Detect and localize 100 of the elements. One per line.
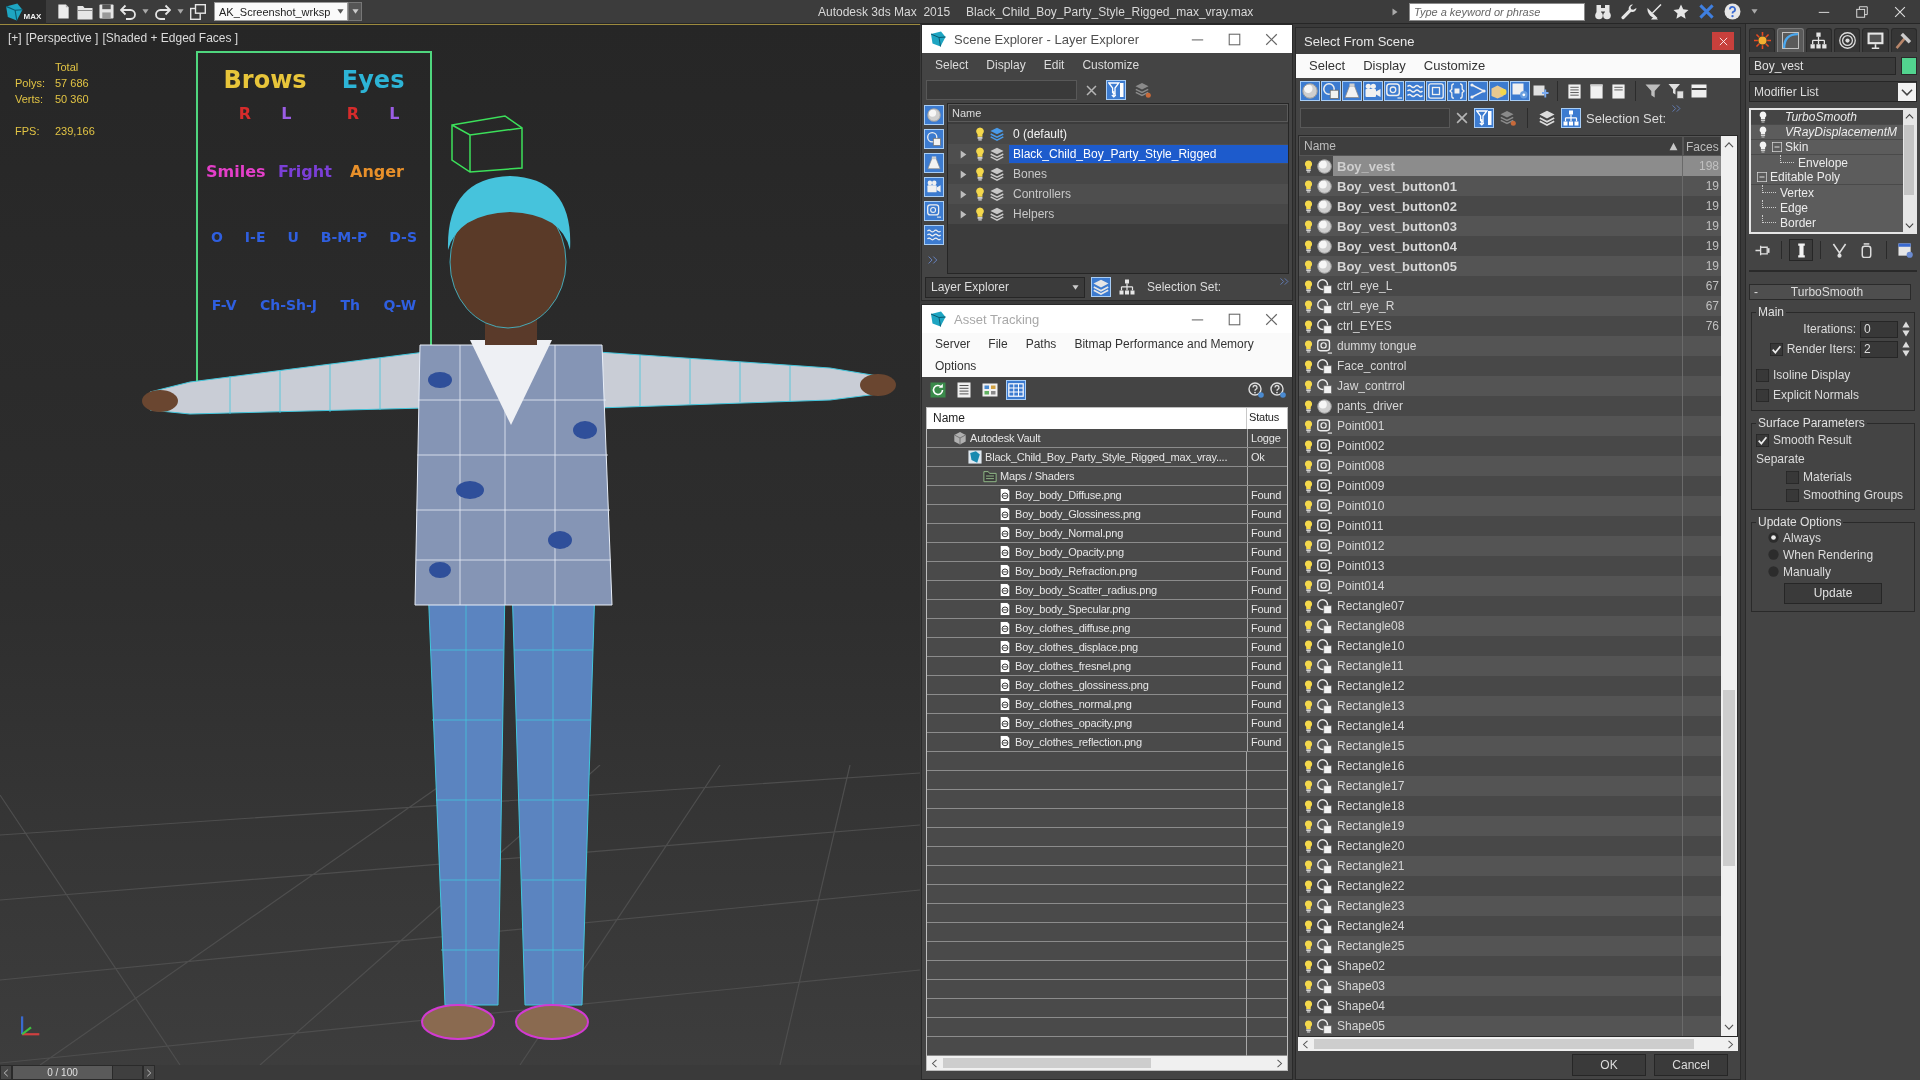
horizontal-scrollbar[interactable] — [1298, 1037, 1738, 1051]
light-bulb-icon[interactable] — [973, 147, 987, 161]
panel-tab[interactable] — [1890, 28, 1917, 52]
filter-toggle-button[interactable] — [1447, 81, 1467, 101]
object-row[interactable]: ctrl_EYES 76 — [1299, 316, 1721, 336]
help-icon[interactable] — [1270, 382, 1286, 398]
filter-toggle-button[interactable] — [924, 105, 944, 125]
light-bulb-icon[interactable] — [1302, 339, 1315, 353]
scrollbar-thumb[interactable] — [1904, 125, 1914, 195]
menu-item[interactable]: Select — [1300, 55, 1355, 77]
filter-toggle-button[interactable] — [924, 201, 944, 221]
panel-tab[interactable] — [1834, 28, 1861, 52]
light-bulb-icon[interactable] — [1302, 219, 1315, 233]
chevron-left-icon[interactable] — [1301, 1039, 1310, 1049]
color-swatch[interactable] — [1901, 57, 1917, 75]
object-row[interactable]: ctrl_eye_L 67 — [1299, 276, 1721, 296]
clear-icon[interactable] — [1456, 112, 1468, 124]
filter-toggle-button[interactable] — [924, 225, 944, 245]
spinner-field[interactable]: 0 — [1860, 320, 1898, 338]
undo-icon[interactable] — [120, 3, 136, 20]
object-row[interactable]: Rectangle10 — [1299, 636, 1721, 656]
object-row[interactable]: Point014 — [1299, 576, 1721, 596]
object-row[interactable]: Shape04 — [1299, 996, 1721, 1016]
object-row[interactable]: Rectangle07 — [1299, 596, 1721, 616]
folder-icon[interactable] — [77, 3, 93, 20]
radio-button[interactable] — [1768, 566, 1779, 577]
light-bulb-icon[interactable] — [1302, 199, 1315, 213]
checkbox[interactable] — [1756, 388, 1769, 402]
funnel-list-icon[interactable] — [1668, 83, 1684, 99]
maximize-icon[interactable] — [1228, 32, 1241, 46]
viewport-menu-label[interactable]: [Shaded + Edged Faces ] — [102, 31, 239, 45]
object-row[interactable]: ctrl_eye_R 67 — [1299, 296, 1721, 316]
time-slider-thumb[interactable]: 0 / 100 — [13, 1066, 113, 1079]
asset-row[interactable]: Boy_clothes_glossiness.png Found — [927, 676, 1287, 695]
light-bulb-icon[interactable] — [1302, 899, 1315, 913]
light-bulb-icon[interactable] — [1302, 819, 1315, 833]
light-bulb-icon[interactable] — [1302, 539, 1315, 553]
previous-frame-button[interactable] — [0, 1065, 12, 1080]
light-bulb-icon[interactable] — [1302, 839, 1315, 853]
object-row[interactable]: Rectangle08 — [1299, 616, 1721, 636]
layer-row[interactable]: Controllers — [948, 184, 1288, 204]
column-header[interactable]: Name — [1299, 136, 1683, 156]
scrollbar-thumb[interactable] — [1723, 690, 1735, 866]
light-bulb-icon[interactable] — [1302, 639, 1315, 653]
explorer-dropdown[interactable]: Layer Explorer — [925, 276, 1085, 298]
checkbox[interactable] — [1786, 470, 1799, 484]
dialog-button[interactable]: Cancel — [1654, 1054, 1728, 1076]
light-bulb-icon[interactable] — [1302, 359, 1315, 373]
layer-stack-icon[interactable] — [1539, 110, 1555, 126]
time-slider-track[interactable]: 0 / 100 — [12, 1065, 143, 1080]
filter-toggle-button[interactable] — [1363, 81, 1383, 101]
filter-toggle-button[interactable] — [1405, 81, 1425, 101]
filter-toggle-button[interactable] — [924, 153, 944, 173]
x-mark-icon[interactable] — [1699, 4, 1714, 19]
object-row[interactable]: Jaw_contrrol — [1299, 376, 1721, 396]
light-bulb-icon[interactable] — [1302, 599, 1315, 613]
sub-object-row[interactable]: Edge — [1751, 200, 1903, 215]
light-bulb-icon[interactable] — [1302, 659, 1315, 673]
light-bulb-icon[interactable] — [1302, 379, 1315, 393]
scrollbar-thumb[interactable] — [943, 1058, 1151, 1068]
object-row[interactable]: Shape03 — [1299, 976, 1721, 996]
binoculars-icon[interactable] — [1595, 3, 1611, 20]
menu-item[interactable]: Server — [926, 333, 980, 355]
chevron-left-icon[interactable] — [930, 1058, 939, 1068]
view-toggle-button[interactable] — [1117, 277, 1137, 297]
filter-button[interactable] — [1106, 80, 1126, 100]
light-bulb-icon[interactable] — [1302, 479, 1315, 493]
filter-toggle-button[interactable] — [1468, 81, 1488, 101]
light-bulb-icon[interactable] — [973, 207, 987, 221]
asset-row[interactable]: Black_Child_Boy_Party_Style_Rigged_max_vray.... Ok — [927, 448, 1287, 467]
checkbox[interactable] — [1786, 488, 1799, 502]
layer-filter-icon[interactable] — [1500, 110, 1516, 126]
asset-row[interactable]: Boy_clothes_diffuse.png Found — [927, 619, 1287, 638]
filter-button[interactable] — [1474, 108, 1494, 128]
object-name-field[interactable]: Boy_vest — [1749, 57, 1896, 75]
layer-row[interactable]: Bones — [948, 164, 1288, 184]
collapse-box-icon[interactable] — [1757, 172, 1767, 182]
close-button[interactable] — [1712, 32, 1734, 50]
sort-arrow-icon[interactable] — [1669, 141, 1678, 151]
object-row[interactable]: Rectangle22 — [1299, 876, 1721, 896]
vertical-scrollbar[interactable] — [1903, 110, 1915, 232]
view-toggle-button[interactable] — [928, 380, 948, 400]
modifier-list-dropdown[interactable]: Modifier List — [1749, 81, 1917, 102]
caret-icon[interactable] — [177, 8, 184, 15]
light-bulb-icon[interactable] — [1302, 999, 1315, 1013]
dropdown-button[interactable] — [348, 2, 362, 21]
object-row[interactable]: Rectangle13 — [1299, 696, 1721, 716]
star-icon[interactable] — [1673, 3, 1689, 20]
object-row[interactable]: Point002 — [1299, 436, 1721, 456]
modifier-row[interactable]: TurboSmooth — [1751, 110, 1903, 125]
blank-page-icon[interactable] — [1589, 83, 1604, 99]
object-row[interactable]: Rectangle16 — [1299, 756, 1721, 776]
light-bulb-icon[interactable] — [1302, 239, 1315, 253]
light-bulb-icon[interactable] — [1302, 579, 1315, 593]
object-row[interactable]: pants_driver — [1299, 396, 1721, 416]
filter-toggle-button[interactable] — [1510, 81, 1530, 101]
object-row[interactable]: Rectangle14 — [1299, 716, 1721, 736]
object-row[interactable]: Shape02 — [1299, 956, 1721, 976]
modifier-row[interactable]: VRayDisplacementM — [1751, 125, 1903, 140]
object-row[interactable]: Point013 — [1299, 556, 1721, 576]
